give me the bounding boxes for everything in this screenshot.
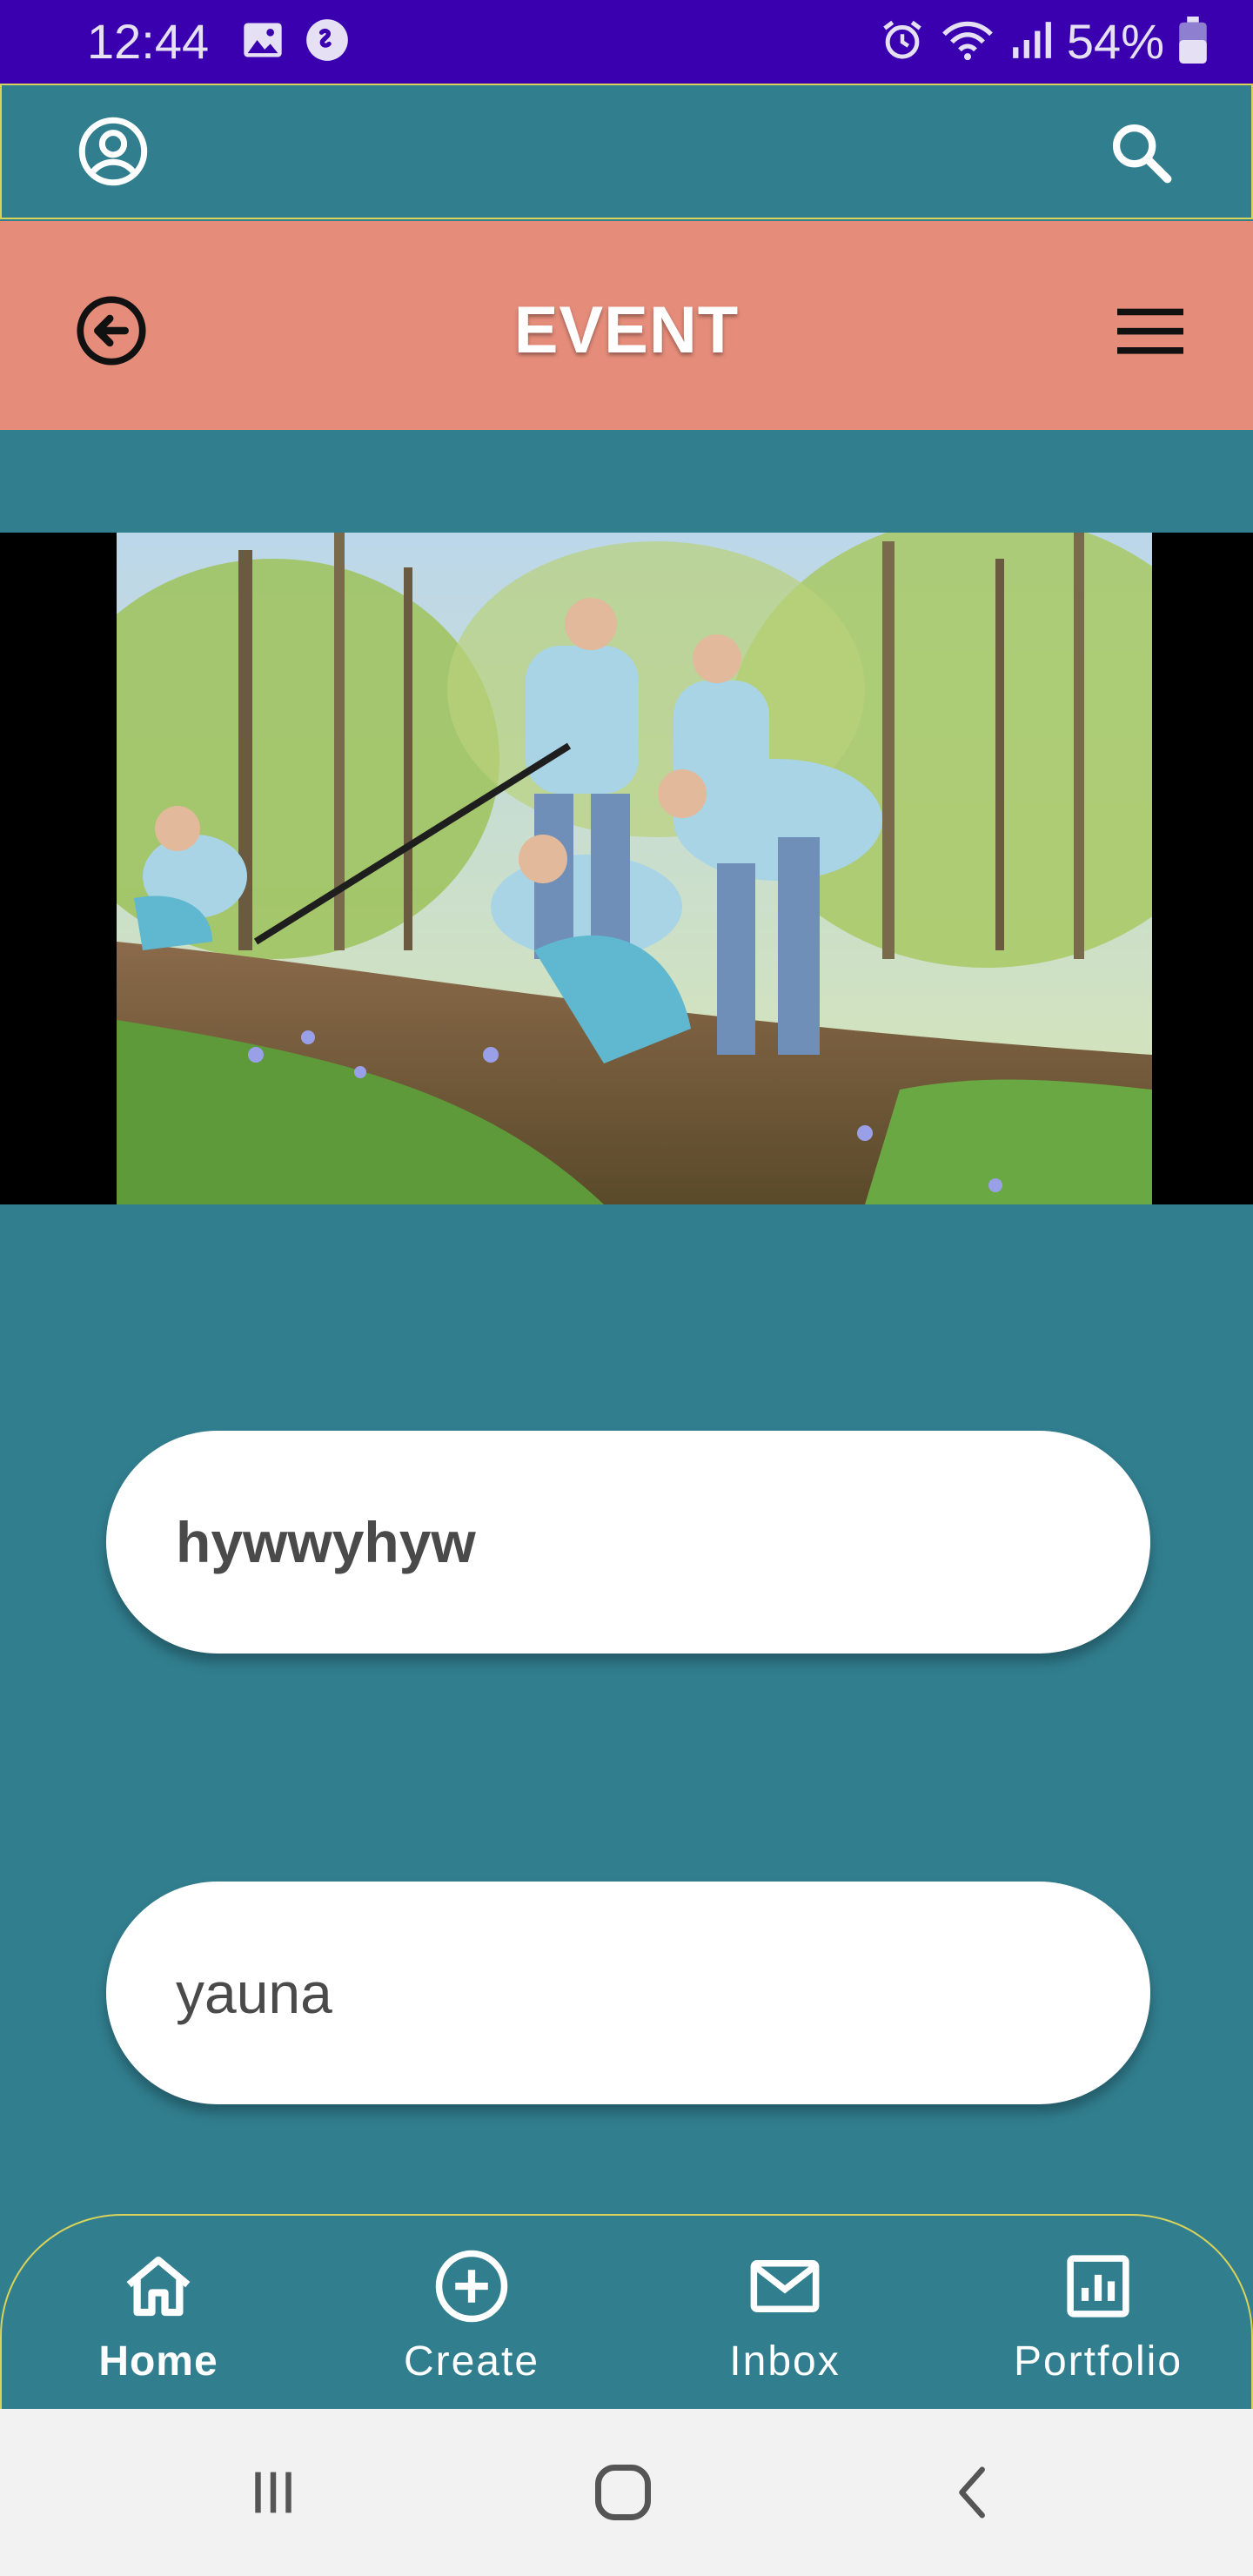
nav-item-create[interactable]: Create: [341, 2247, 602, 2395]
status-bar: 12:44 54%: [0, 0, 1253, 84]
back-system-button[interactable]: [922, 2449, 1027, 2536]
signal-icon: [1009, 17, 1053, 68]
menu-button[interactable]: [1109, 291, 1192, 374]
event-title-field[interactable]: hywwyhyw: [106, 1431, 1150, 1654]
gallery-icon: [240, 17, 285, 67]
search-button[interactable]: [1098, 117, 1182, 190]
chart-icon: [1067, 2255, 1129, 2318]
home-system-button[interactable]: [571, 2449, 675, 2536]
account-circle-icon: [77, 115, 150, 192]
nav-item-inbox[interactable]: Inbox: [654, 2247, 915, 2395]
nav-label-home: Home: [98, 2338, 218, 2385]
wifi-icon: [940, 17, 995, 68]
battery-percent: 54%: [1066, 14, 1164, 69]
plus-circle-icon: [435, 2250, 508, 2323]
recent-apps-button[interactable]: [221, 2449, 325, 2536]
nav-item-home[interactable]: Home: [28, 2247, 289, 2395]
recent-apps-icon: [255, 2472, 291, 2513]
chevron-left-icon: [959, 2466, 985, 2519]
profile-button[interactable]: [71, 117, 155, 190]
nav-item-portfolio[interactable]: Portfolio: [968, 2247, 1229, 2395]
nav-label-portfolio: Portfolio: [1013, 2338, 1183, 2385]
envelope-icon: [750, 2260, 820, 2312]
hamburger-menu-icon: [1117, 305, 1183, 361]
shazam-icon: [305, 17, 350, 67]
event-subtitle-field[interactable]: yauna: [106, 1882, 1150, 2104]
status-time: 12:44: [87, 14, 210, 69]
system-navigation-bar: [0, 2409, 1253, 2576]
search-icon: [1107, 118, 1173, 189]
bottom-navigation: Home Create Inbox Portfolio: [0, 2214, 1253, 2409]
status-right-icons: 54%: [879, 12, 1208, 71]
event-header: EVENT: [0, 221, 1253, 430]
alarm-icon: [879, 17, 926, 68]
page-title: EVENT: [513, 293, 740, 367]
nav-label-create: Create: [403, 2338, 540, 2385]
nav-label-inbox: Inbox: [729, 2338, 841, 2385]
event-image: [117, 533, 1152, 1204]
event-image-frame: [0, 533, 1253, 1204]
status-left-icons: [240, 17, 350, 67]
home-circle-icon: [595, 2465, 651, 2520]
home-icon: [126, 2256, 191, 2317]
battery-icon: [1178, 16, 1208, 68]
top-app-bar: [0, 84, 1253, 219]
